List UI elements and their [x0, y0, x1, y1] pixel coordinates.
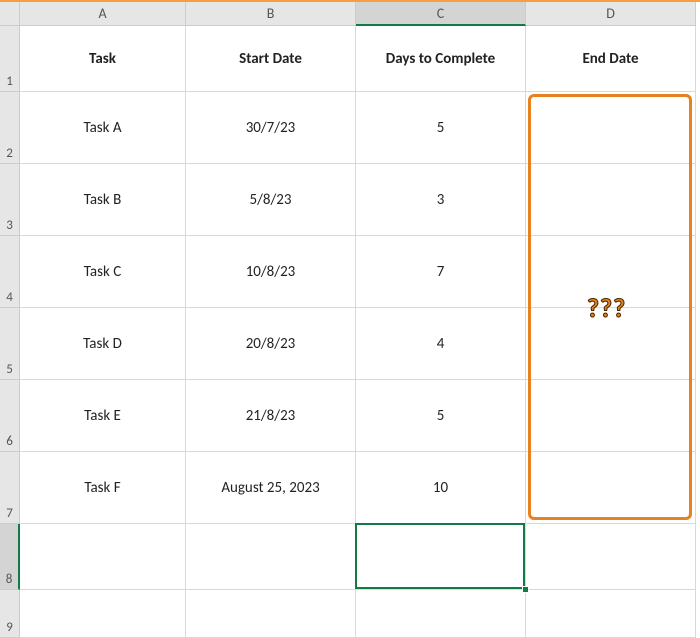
table-row: Task F August 25, 2023 10 [20, 452, 696, 524]
select-all-corner[interactable] [0, 2, 20, 26]
cell-a7[interactable]: Task F [20, 452, 186, 524]
cell-c9[interactable] [356, 590, 526, 638]
cell-b6[interactable]: 21/8/23 [186, 380, 356, 452]
table-row: Task B 5/8/23 3 [20, 164, 696, 236]
table-row: Task C 10/8/23 7 [20, 236, 696, 308]
cell-d4[interactable] [526, 236, 696, 308]
cell-b1[interactable]: Start Date [186, 26, 356, 92]
col-header-a[interactable]: A [20, 2, 186, 26]
cell-d3[interactable] [526, 164, 696, 236]
cell-b7[interactable]: August 25, 2023 [186, 452, 356, 524]
cell-c4[interactable]: 7 [356, 236, 526, 308]
cell-b2[interactable]: 30/7/23 [186, 92, 356, 164]
table-row [20, 524, 696, 590]
cell-d6[interactable] [526, 380, 696, 452]
cell-a4[interactable]: Task C [20, 236, 186, 308]
cell-a1[interactable]: Task [20, 26, 186, 92]
cell-d2[interactable] [526, 92, 696, 164]
cell-a8[interactable] [20, 524, 186, 590]
table-row: Task A 30/7/23 5 [20, 92, 696, 164]
cell-d8[interactable] [526, 524, 696, 590]
cell-c6[interactable]: 5 [356, 380, 526, 452]
table-row: Task D 20/8/23 4 [20, 308, 696, 380]
cell-d9[interactable] [526, 590, 696, 638]
row-header-8[interactable]: 8 [0, 524, 20, 590]
cell-b5[interactable]: 20/8/23 [186, 308, 356, 380]
row-header-4[interactable]: 4 [0, 236, 20, 308]
row-header-3[interactable]: 3 [0, 164, 20, 236]
cell-d1[interactable]: End Date [526, 26, 696, 92]
row-headers: 1 2 3 4 5 6 7 8 9 [0, 26, 20, 638]
col-header-d[interactable]: D [526, 2, 696, 26]
cell-c3[interactable]: 3 [356, 164, 526, 236]
table-header-row: Task Start Date Days to Complete End Dat… [20, 26, 696, 92]
table-row: Task E 21/8/23 5 [20, 380, 696, 452]
row-header-1[interactable]: 1 [0, 26, 20, 92]
table-row [20, 590, 696, 638]
cell-a5[interactable]: Task D [20, 308, 186, 380]
row-header-2[interactable]: 2 [0, 92, 20, 164]
cell-c8[interactable] [356, 524, 526, 590]
cell-a3[interactable]: Task B [20, 164, 186, 236]
row-header-6[interactable]: 6 [0, 380, 20, 452]
cell-c1[interactable]: Days to Complete [356, 26, 526, 92]
cell-d5[interactable] [526, 308, 696, 380]
col-header-c[interactable]: C [356, 2, 526, 26]
row-header-7[interactable]: 7 [0, 452, 20, 524]
col-header-b[interactable]: B [186, 2, 356, 26]
cell-c7[interactable]: 10 [356, 452, 526, 524]
cell-a2[interactable]: Task A [20, 92, 186, 164]
row-header-5[interactable]: 5 [0, 308, 20, 380]
cell-b4[interactable]: 10/8/23 [186, 236, 356, 308]
fill-handle[interactable] [522, 586, 529, 593]
cell-a9[interactable] [20, 590, 186, 638]
row-header-9[interactable]: 9 [0, 590, 20, 638]
cell-b3[interactable]: 5/8/23 [186, 164, 356, 236]
cell-c5[interactable]: 4 [356, 308, 526, 380]
cell-d7[interactable] [526, 452, 696, 524]
cell-c2[interactable]: 5 [356, 92, 526, 164]
cell-grid: Task Start Date Days to Complete End Dat… [20, 26, 696, 638]
cell-a6[interactable]: Task E [20, 380, 186, 452]
column-headers: A B C D [20, 2, 696, 26]
cell-b8[interactable] [186, 524, 356, 590]
cell-b9[interactable] [186, 590, 356, 638]
